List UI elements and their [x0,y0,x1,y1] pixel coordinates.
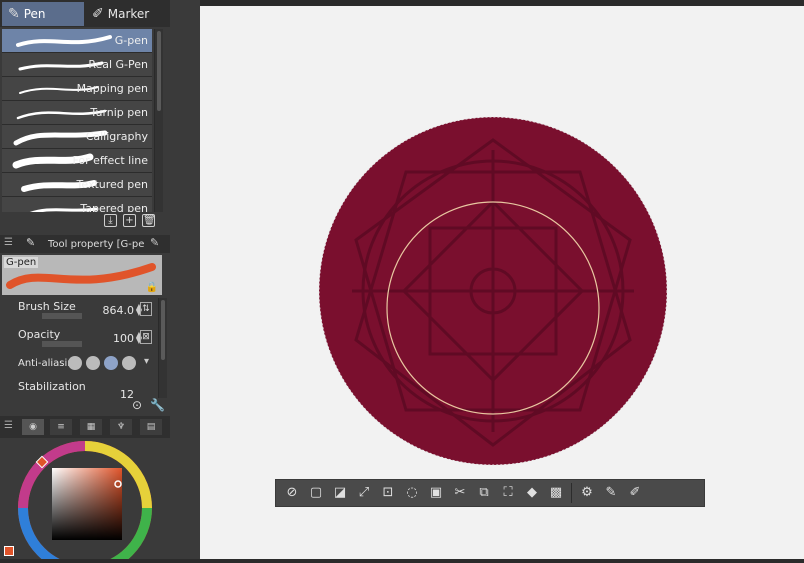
crop-icon[interactable]: ▢ [307,484,325,502]
tab-pen-label: Pen [23,7,46,21]
brush-preview: G-pen 🔒 [2,255,162,295]
selection-launcher-toolbar: ⊘ ▢ ◪ ⤢ ⊡ ◌ ▣ ✂ ⧉ ⛶ ◆ ▩ ⚙ ✎ ✐ [275,479,705,507]
tab-color-wheel[interactable]: ◉ [22,419,44,435]
brush-item-mapping-pen[interactable]: Mapping pen [2,77,152,101]
color-wheel[interactable] [0,438,170,563]
brush-item-tapered-pen[interactable]: Tapered pen [2,197,152,212]
brush-size-bar[interactable] [42,313,82,319]
scrollbar-thumb[interactable] [161,300,165,360]
lock-icon[interactable]: 🔒 [146,282,158,293]
brush-label: Turnip pen [90,106,148,119]
brush-label: Tapered pen [80,202,148,212]
edit-icon[interactable]: ✐ [626,484,644,502]
aa-strong-button[interactable] [122,356,136,370]
brush-label: Mapping pen [76,82,148,95]
brush-item-g-pen[interactable]: G-pen [2,29,152,53]
brush-size-label: Brush Size [18,300,76,313]
menu-icon[interactable]: ☰ [4,237,13,248]
expand-selection-icon[interactable]: ⤢ [355,484,373,502]
opacity-label: Opacity [18,328,61,341]
opacity-row: Opacity 100 ▲ ▼ [2,326,154,350]
reset-icon[interactable]: ⊙ [132,398,142,412]
tool-property-header: ☰ ✎ Tool property [G-pe ✎ [0,235,170,253]
select-layer-icon[interactable]: ◌ [403,484,421,502]
tone-icon[interactable]: ▩ [547,484,565,502]
brush-label: For effect line [72,154,148,167]
canvas-drawing [318,116,668,466]
transform-icon[interactable]: ⛶ [499,484,517,502]
chevron-down-icon[interactable]: ▾ [144,356,149,367]
import-icon[interactable]: ⤓ [104,214,117,227]
tab-color-slider[interactable]: ≡ [50,419,72,435]
preview-name: G-pen [4,257,39,268]
tool-property-title: Tool property [G-pe [48,238,145,250]
fill-icon[interactable]: ◆ [523,484,541,502]
canvas-top-edge [200,0,804,6]
tab-intermediate-color[interactable]: ♆ [110,419,132,435]
brush-item-calligraphy[interactable]: Calligraphy [2,125,152,149]
deselect-icon[interactable]: ⊘ [283,484,301,502]
opacity-value[interactable]: 100 [113,332,134,345]
pencil-icon[interactable]: ✎ [602,484,620,502]
main-color-swatch[interactable] [4,546,14,556]
menu-icon[interactable]: ☰ [4,420,13,431]
brush-list: G-pen Real G-Pen Mapping pen Turnip pen … [2,29,152,212]
tab-approximate-color[interactable]: ▤ [140,419,162,435]
copy-paste-icon[interactable]: ⧉ [475,484,493,502]
tab-marker[interactable]: ✐ Marker [86,2,168,26]
brush-item-effect-line[interactable]: For effect line [2,149,152,173]
tool-icon: ✎ [26,236,36,249]
stabilization-label: Stabilization [18,380,86,393]
edit-icon[interactable]: ✎ [150,236,159,249]
brush-size-effect-button[interactable]: ⇅ [140,302,152,316]
scrollbar-thumb[interactable] [157,31,161,111]
duplicate-icon[interactable]: + [123,214,136,227]
aa-weak-button[interactable] [86,356,100,370]
brush-label: Calligraphy [85,130,148,143]
invert-selection-icon[interactable]: ◪ [331,484,349,502]
subtool-tabs: ✎ Pen ✐ Marker [0,0,170,27]
toolbar-separator [571,483,572,503]
brush-label: G-pen [114,34,148,47]
selection-settings-icon[interactable]: ⚙ [578,484,596,502]
left-panel: ✎ Pen ✐ Marker G-pen Real G-Pen Mapping … [0,0,200,563]
wrench-icon[interactable]: 🔧 [150,398,165,412]
brush-list-scrollbar[interactable] [154,29,163,212]
brush-item-textured-pen[interactable]: Textured pen [2,173,152,197]
canvas[interactable] [200,0,804,559]
brush-item-turnip-pen[interactable]: Turnip pen [2,101,152,125]
brush-list-footer: ⤓ + 🗑 [104,214,156,227]
opacity-bar[interactable] [42,341,82,347]
delete-icon[interactable]: 🗑 [142,214,156,227]
brush-label: Textured pen [76,178,148,191]
property-scrollbar[interactable] [158,298,167,398]
brush-size-value[interactable]: 864.0 [103,304,135,317]
opacity-effect-button[interactable]: ⊠ [140,330,152,344]
cut-icon[interactable]: ✂ [451,484,469,502]
brush-size-row: Brush Size 864.0 ▲ ▼ [2,298,154,322]
aa-none-button[interactable] [68,356,82,370]
tab-color-set[interactable]: ▦ [80,419,102,435]
brush-label: Real G-Pen [88,58,148,71]
tab-marker-label: Marker [107,7,150,21]
shrink-selection-icon[interactable]: ⊡ [379,484,397,502]
marker-icon: ✐ [92,6,104,22]
aa-medium-button[interactable] [104,356,118,370]
fill-selection-icon[interactable]: ▣ [427,484,445,502]
brush-item-real-g-pen[interactable]: Real G-Pen [2,53,152,77]
color-tabs: ☰ ◉ ≡ ▦ ♆ ▤ [0,416,170,438]
stroke-preview-icon [16,35,112,47]
tab-pen[interactable]: ✎ Pen [2,2,84,26]
color-wheel-panel [0,438,170,563]
pen-icon: ✎ [8,6,20,22]
